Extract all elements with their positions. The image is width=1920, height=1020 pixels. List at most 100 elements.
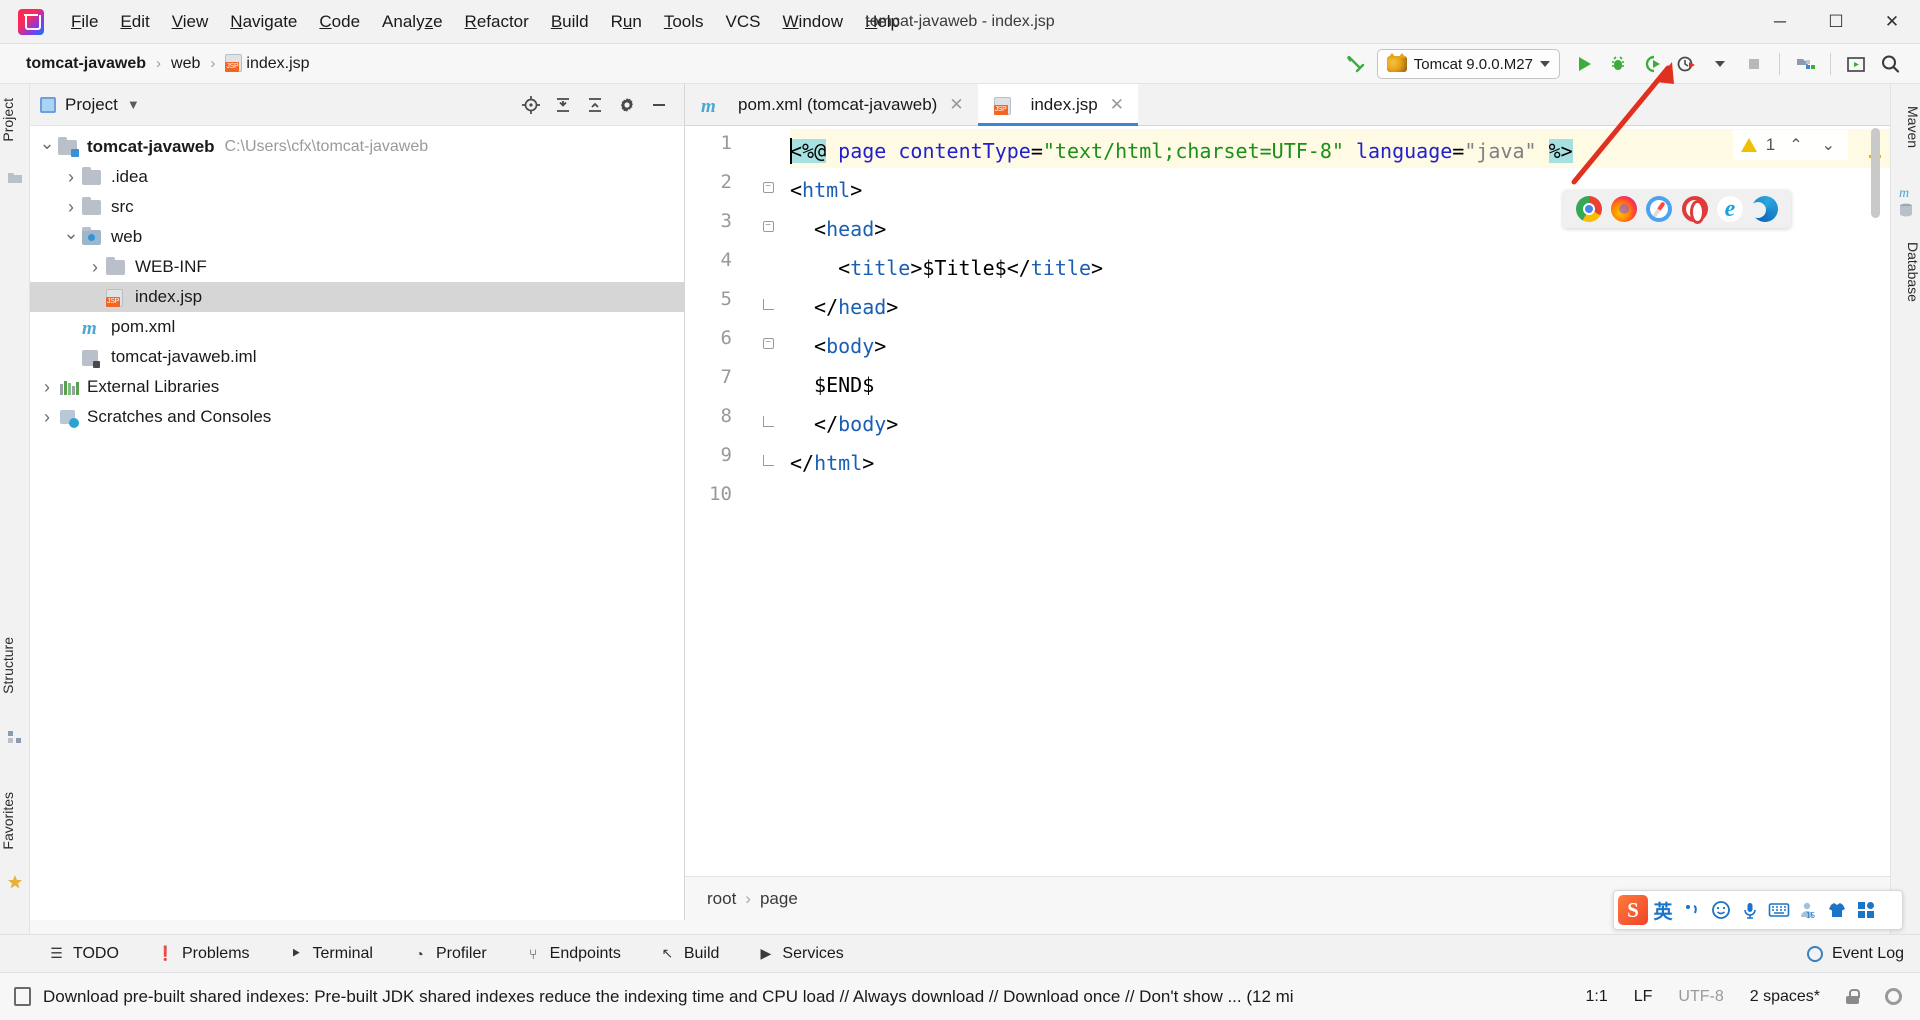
hide-panel-icon[interactable]: [644, 90, 674, 120]
chevron-right-icon[interactable]: [36, 407, 58, 428]
code-folding-marker[interactable]: −: [761, 336, 775, 350]
menu-build[interactable]: Build: [540, 8, 600, 36]
firefox-icon[interactable]: [1610, 196, 1637, 222]
emoji-icon[interactable]: [1707, 896, 1735, 924]
voice-icon[interactable]: [1736, 896, 1764, 924]
notification-icon[interactable]: [14, 987, 31, 1006]
chevron-up-icon[interactable]: ⌃: [1784, 135, 1807, 155]
minimize-button[interactable]: ─: [1752, 0, 1808, 44]
profiler-button[interactable]: [1670, 49, 1702, 79]
inspection-widget[interactable]: 1 ⌃ ⌄: [1732, 130, 1848, 160]
opera-icon[interactable]: [1681, 196, 1708, 224]
menu-analyze[interactable]: Analyze: [371, 8, 454, 36]
tree-node-external-libraries[interactable]: External Libraries: [30, 372, 684, 402]
user-icon[interactable]: 15: [1794, 896, 1822, 924]
menu-vcs[interactable]: VCS: [715, 8, 772, 36]
close-icon[interactable]: ✕: [1110, 95, 1124, 115]
tool-window-profiler[interactable]: ◔ Profiler: [405, 942, 493, 966]
tool-window-services[interactable]: ▶ Services: [751, 942, 849, 966]
profiler-dropdown-icon[interactable]: [1704, 49, 1736, 79]
chevron-down-icon[interactable]: ▼: [127, 97, 140, 112]
menu-run[interactable]: Run: [600, 8, 653, 36]
keyboard-icon[interactable]: [1765, 896, 1793, 924]
edge-icon[interactable]: [1750, 196, 1779, 222]
lock-icon[interactable]: [1846, 989, 1860, 1004]
chevron-down-icon[interactable]: [60, 227, 82, 248]
debug-button[interactable]: [1602, 49, 1634, 79]
tool-window-todo[interactable]: ☰ TODO: [42, 942, 125, 966]
project-panel-title[interactable]: Project ▼: [40, 95, 140, 115]
tree-node-scratches-and-consoles[interactable]: Scratches and Consoles: [30, 402, 684, 432]
editor-tab-index-jsp[interactable]: index.jsp ✕: [977, 84, 1139, 126]
menu-help[interactable]: Help: [854, 8, 911, 36]
tree-node-web[interactable]: web: [30, 222, 684, 252]
event-log-button[interactable]: Event Log: [1806, 945, 1904, 963]
source-code[interactable]: <%@ page contentType="text/html;charset=…: [790, 126, 1890, 876]
tool-window-endpoints[interactable]: ⑂ Endpoints: [519, 942, 627, 966]
chevron-right-icon[interactable]: [36, 377, 58, 398]
code-folding-marker[interactable]: −: [761, 219, 775, 233]
tree-node-index-jsp[interactable]: index.jsp: [30, 282, 684, 312]
menu-navigate[interactable]: Navigate: [219, 8, 308, 36]
tree-node--idea[interactable]: .idea: [30, 162, 684, 192]
gear-icon[interactable]: [612, 90, 642, 120]
chevron-right-icon[interactable]: [84, 257, 106, 278]
tree-node-tomcat-javaweb-iml[interactable]: tomcat-javaweb.iml: [30, 342, 684, 372]
breadcrumb-item-web[interactable]: web: [167, 53, 204, 75]
code-folding-marker[interactable]: [761, 453, 775, 467]
locate-icon[interactable]: [516, 90, 546, 120]
code-folding-marker[interactable]: −: [761, 180, 775, 194]
maximize-button[interactable]: ☐: [1808, 0, 1864, 44]
update-application-icon[interactable]: [1789, 49, 1821, 79]
menu-window[interactable]: Window: [772, 8, 854, 36]
chrome-icon[interactable]: [1575, 196, 1602, 222]
file-encoding[interactable]: UTF-8: [1678, 988, 1723, 1006]
collapse-all-icon[interactable]: [580, 90, 610, 120]
safari-icon[interactable]: [1646, 196, 1673, 222]
skin-icon[interactable]: [1823, 896, 1851, 924]
menu-view[interactable]: View: [161, 8, 220, 36]
sidebar-item-favorites[interactable]: Favorites: [0, 784, 30, 858]
sidebar-item-project[interactable]: Project: [0, 90, 30, 150]
editor-vertical-scrollbar[interactable]: [1871, 128, 1880, 218]
sidebar-item-structure[interactable]: Structure: [0, 629, 30, 702]
run-button[interactable]: [1568, 49, 1600, 79]
ime-mode-icon[interactable]: 英: [1649, 896, 1677, 924]
breadcrumb-root[interactable]: root: [707, 889, 736, 909]
run-with-coverage-button[interactable]: [1636, 49, 1668, 79]
punctuation-icon[interactable]: [1678, 896, 1706, 924]
chevron-right-icon[interactable]: [60, 197, 82, 218]
expand-all-icon[interactable]: [548, 90, 578, 120]
apps-icon[interactable]: [1852, 896, 1880, 924]
breadcrumb-item-tomcat-javaweb[interactable]: tomcat-javaweb: [22, 53, 150, 75]
code-editor[interactable]: 1 2 3 4 5 6 7 8 9 10− − − <%@ page contentType="tex…: [685, 126, 1890, 876]
tree-node-web-inf[interactable]: WEB-INF: [30, 252, 684, 282]
close-button[interactable]: ✕: [1864, 0, 1920, 44]
sidebar-item-database[interactable]: Database: [1891, 234, 1920, 310]
editor-tab-pom-xml[interactable]: m pom.xml (tomcat-javaweb) ✕: [685, 84, 978, 125]
breadcrumb-item-index-jsp[interactable]: index.jsp: [221, 52, 313, 75]
tool-window-problems[interactable]: ❗ Problems: [151, 942, 256, 966]
tree-node-pom-xml[interactable]: m pom.xml: [30, 312, 684, 342]
close-icon[interactable]: ✕: [949, 95, 963, 115]
menu-refactor[interactable]: Refactor: [454, 8, 540, 36]
run-configuration-selector[interactable]: Tomcat 9.0.0.M27: [1376, 49, 1560, 79]
line-separator[interactable]: LF: [1634, 988, 1653, 1006]
status-message[interactable]: Download pre-built shared indexes: Pre-b…: [43, 987, 1293, 1007]
indent-setting[interactable]: 2 spaces*: [1750, 988, 1820, 1006]
chevron-down-icon[interactable]: ⌄: [1817, 135, 1840, 155]
tree-node-tomcat-javaweb[interactable]: tomcat-javaweb C:\Users\cfx\tomcat-javawe…: [30, 132, 684, 162]
tool-window-build[interactable]: ↖ Build: [653, 942, 726, 966]
sidebar-item-maven[interactable]: Maven: [1891, 98, 1920, 156]
stop-button[interactable]: [1738, 49, 1770, 79]
ie-icon[interactable]: e: [1716, 196, 1743, 222]
menu-code[interactable]: Code: [308, 8, 371, 36]
open-in-window-icon[interactable]: [1840, 49, 1872, 79]
menu-edit[interactable]: Edit: [109, 8, 160, 36]
menu-tools[interactable]: Tools: [653, 8, 715, 36]
search-icon[interactable]: [1874, 49, 1906, 79]
build-icon[interactable]: [1339, 49, 1371, 79]
chevron-down-icon[interactable]: [36, 137, 58, 158]
editor-scrollbar[interactable]: [1868, 126, 1882, 876]
caret-position[interactable]: 1:1: [1585, 988, 1607, 1006]
